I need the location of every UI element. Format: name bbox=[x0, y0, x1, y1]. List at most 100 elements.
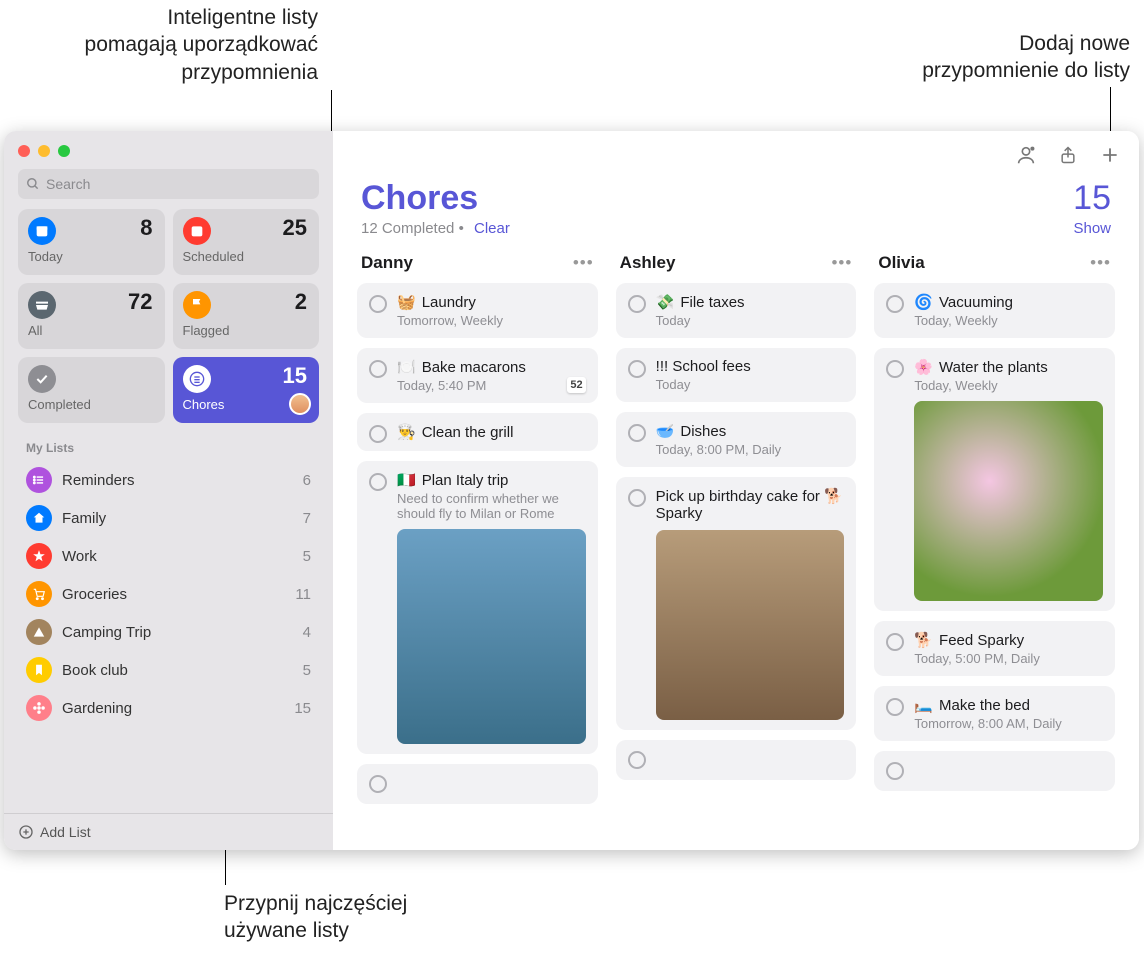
reminder-emoji: 👨‍🍳 bbox=[397, 424, 416, 441]
list-count: 7 bbox=[303, 510, 311, 527]
reminders-window: Search 8Today25Scheduled 72 All 2FlaggedCom… bbox=[4, 131, 1139, 850]
smartlist-count: 25 bbox=[283, 215, 307, 241]
column: Ashley•••💸File taxesToday!!! School fees… bbox=[616, 251, 857, 840]
complete-toggle[interactable] bbox=[369, 425, 387, 443]
count-badge: 52 bbox=[567, 377, 585, 393]
reminder-title: 🛏️Make the bed bbox=[914, 696, 1103, 714]
column-more-button[interactable]: ••• bbox=[573, 253, 594, 273]
main-panel: Chores 15 12 Completed • Clear Show Dann… bbox=[333, 131, 1139, 850]
list-title: Chores bbox=[361, 179, 478, 218]
list-header: Chores 15 12 Completed • Clear Show bbox=[333, 173, 1139, 241]
new-reminder-placeholder[interactable] bbox=[874, 751, 1115, 791]
reminder-title: 💸File taxes bbox=[656, 293, 845, 311]
list-icon bbox=[26, 467, 52, 493]
reminder-subtitle: Today, 8:00 PM, Daily bbox=[656, 442, 845, 457]
reminder-card[interactable]: 🇮🇹Plan Italy tripNeed to confirm whether… bbox=[357, 461, 598, 754]
complete-toggle[interactable] bbox=[628, 360, 646, 378]
completed-row: 12 Completed • Clear bbox=[361, 220, 510, 237]
complete-toggle[interactable] bbox=[628, 489, 646, 507]
share-button[interactable] bbox=[1057, 144, 1079, 166]
list-name: Work bbox=[62, 548, 303, 565]
reminder-subtitle: Today, 5:00 PM, Daily bbox=[914, 651, 1103, 666]
complete-toggle[interactable] bbox=[369, 775, 387, 793]
search-input[interactable]: Search bbox=[18, 169, 319, 199]
minimize-window-button[interactable] bbox=[38, 145, 50, 157]
add-reminder-button[interactable] bbox=[1099, 144, 1121, 166]
close-window-button[interactable] bbox=[18, 145, 30, 157]
complete-toggle[interactable] bbox=[886, 295, 904, 313]
column-more-button[interactable]: ••• bbox=[831, 253, 852, 273]
complete-toggle[interactable] bbox=[369, 295, 387, 313]
list-icon bbox=[26, 657, 52, 683]
clear-completed-button[interactable]: Clear bbox=[474, 220, 510, 237]
complete-toggle[interactable] bbox=[628, 295, 646, 313]
reminder-emoji: 🛏️ bbox=[914, 697, 933, 714]
complete-toggle[interactable] bbox=[628, 424, 646, 442]
reminder-emoji: 🇮🇹 bbox=[397, 472, 416, 489]
reminder-emoji: 💸 bbox=[656, 294, 675, 311]
smartlist-chores[interactable]: 15Chores bbox=[173, 357, 320, 423]
reminder-card[interactable]: 🛏️Make the bedTomorrow, 8:00 AM, Daily bbox=[874, 686, 1115, 741]
mylists-section-label: My Lists bbox=[4, 423, 333, 461]
smartlist-all[interactable]: 72 All bbox=[18, 283, 165, 349]
complete-toggle[interactable] bbox=[369, 473, 387, 491]
list-row[interactable]: Book club5 bbox=[4, 651, 333, 689]
list-icon bbox=[26, 543, 52, 569]
complete-toggle[interactable] bbox=[886, 762, 904, 780]
shared-avatar bbox=[289, 393, 311, 415]
reminder-title: 🍽️Bake macarons bbox=[397, 358, 586, 376]
column-more-button[interactable]: ••• bbox=[1090, 253, 1111, 273]
column-header: Ashley••• bbox=[616, 251, 857, 283]
list-row[interactable]: Reminders6 bbox=[4, 461, 333, 499]
complete-toggle[interactable] bbox=[369, 360, 387, 378]
column: Olivia ••• 🌀VacuumingToday, Weekly 🌸Water t… bbox=[874, 251, 1115, 840]
complete-toggle[interactable] bbox=[886, 698, 904, 716]
list-row[interactable]: Work5 bbox=[4, 537, 333, 575]
reminder-card[interactable]: 💸File taxesToday bbox=[616, 283, 857, 338]
smartlist-count: 72 bbox=[128, 289, 152, 315]
smartlist-label: All bbox=[28, 323, 155, 338]
complete-toggle[interactable] bbox=[628, 751, 646, 769]
reminder-title: 🇮🇹Plan Italy trip bbox=[397, 471, 586, 489]
reminder-emoji: 🍽️ bbox=[397, 359, 416, 376]
reminder-image bbox=[656, 530, 845, 720]
list-row[interactable]: Gardening15 bbox=[4, 689, 333, 727]
complete-toggle[interactable] bbox=[886, 633, 904, 651]
fullscreen-window-button[interactable] bbox=[58, 145, 70, 157]
reminder-title: 🌸Water the plants bbox=[914, 358, 1103, 376]
reminder-card[interactable]: 🧺LaundryTomorrow, Weekly bbox=[357, 283, 598, 338]
plus-circle-icon bbox=[18, 824, 34, 840]
reminder-card[interactable]: 🌸Water the plantsToday, Weekly bbox=[874, 348, 1115, 611]
reminder-card[interactable]: 🍽️Bake macaronsToday, 5:40 PM52 bbox=[357, 348, 598, 403]
reminder-card[interactable]: 🌀VacuumingToday, Weekly bbox=[874, 283, 1115, 338]
complete-toggle[interactable] bbox=[886, 360, 904, 378]
smartlist-completed[interactable]: Completed bbox=[18, 357, 165, 423]
new-reminder-placeholder[interactable] bbox=[357, 764, 598, 804]
reminder-card[interactable]: Pick up birthday cake for 🐕 Sparky bbox=[616, 477, 857, 730]
search-icon bbox=[26, 177, 40, 191]
column-name: Olivia bbox=[878, 253, 924, 273]
collaborate-button[interactable] bbox=[1015, 144, 1037, 166]
reminder-card[interactable]: 🐕Feed SparkyToday, 5:00 PM, Daily bbox=[874, 621, 1115, 676]
smartlist-flagged[interactable]: 2Flagged bbox=[173, 283, 320, 349]
smartlist-today[interactable]: 8Today bbox=[18, 209, 165, 275]
list-name: Groceries bbox=[62, 586, 295, 603]
list-count: 5 bbox=[303, 548, 311, 565]
search-placeholder: Search bbox=[46, 176, 90, 192]
reminder-card[interactable]: !!! School feesToday bbox=[616, 348, 857, 402]
reminder-subtitle: Today bbox=[656, 377, 845, 392]
list-name: Camping Trip bbox=[62, 624, 303, 641]
add-list-button[interactable]: Add List bbox=[4, 813, 333, 850]
reminder-card[interactable]: 🥣DishesToday, 8:00 PM, Daily bbox=[616, 412, 857, 467]
list-row[interactable]: Camping Trip4 bbox=[4, 613, 333, 651]
new-reminder-placeholder[interactable] bbox=[616, 740, 857, 780]
smartlist-count: 15 bbox=[283, 363, 307, 389]
list-row[interactable]: Groceries11 bbox=[4, 575, 333, 613]
list-row[interactable]: Family7 bbox=[4, 499, 333, 537]
smartlist-label: Flagged bbox=[183, 323, 310, 338]
list-name: Gardening bbox=[62, 700, 294, 717]
show-completed-button[interactable]: Show bbox=[1073, 220, 1111, 237]
toolbar bbox=[333, 131, 1139, 173]
reminder-card[interactable]: 👨‍🍳Clean the grill bbox=[357, 413, 598, 451]
smartlist-scheduled[interactable]: 25Scheduled bbox=[173, 209, 320, 275]
